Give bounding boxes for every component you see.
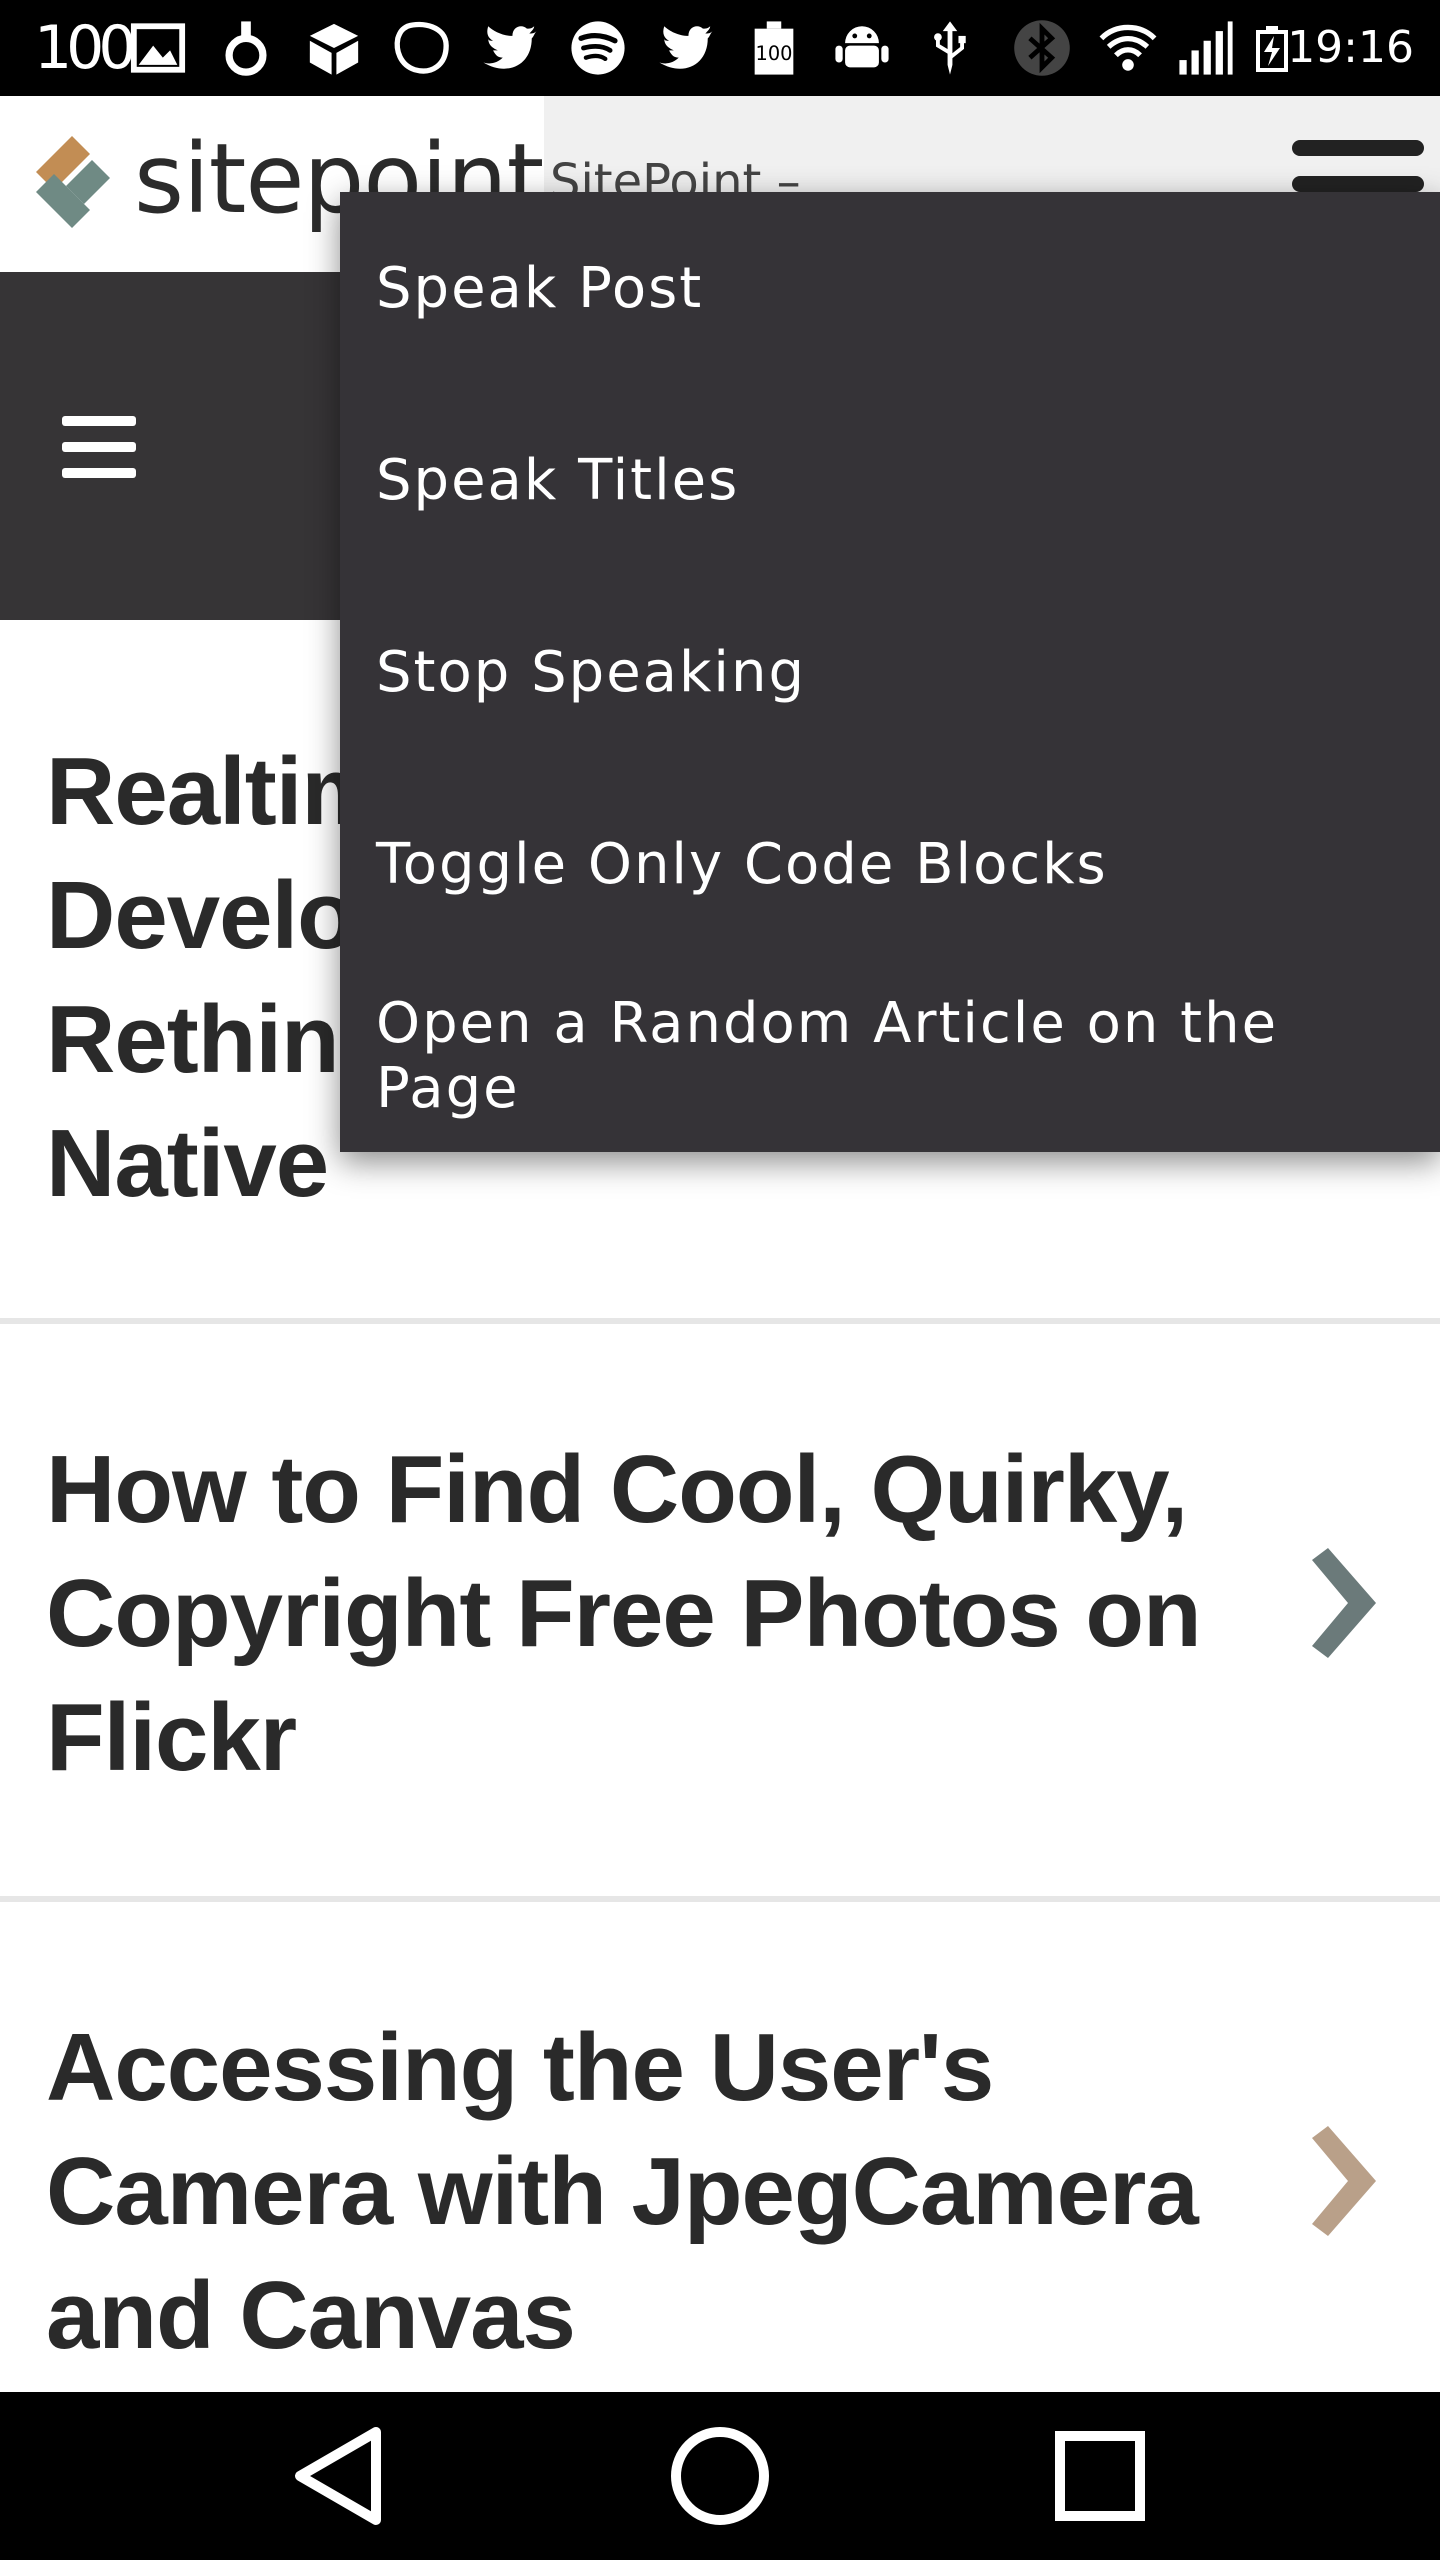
clock: 19:16 bbox=[1287, 22, 1414, 73]
spotify-icon bbox=[568, 16, 628, 80]
twitter-icon bbox=[480, 16, 540, 80]
box-icon bbox=[304, 16, 364, 80]
recents-icon[interactable] bbox=[1040, 2420, 1160, 2532]
menu-item-label: Toggle Only Code Blocks bbox=[376, 831, 1108, 897]
system-nav-bar bbox=[0, 2392, 1440, 2560]
svg-text:100: 100 bbox=[756, 42, 793, 65]
wifi-icon bbox=[1098, 16, 1158, 80]
status-bar: 100 100 19:16 bbox=[0, 0, 1440, 96]
battery-percent: 100 bbox=[34, 13, 137, 83]
menu-item-label: Open a Random Article on the Page bbox=[376, 991, 1279, 1121]
menu-item-stop-speaking[interactable]: Stop Speaking bbox=[340, 576, 1440, 768]
title-line: Accessing the User's bbox=[46, 2014, 994, 2121]
chevron-shape bbox=[1312, 2126, 1376, 2236]
menu-item-random-article[interactable]: Open a Random Article on the Page bbox=[340, 960, 1440, 1152]
bluetooth-icon bbox=[1012, 16, 1072, 80]
chevron-right-icon[interactable] bbox=[1300, 1548, 1380, 1658]
signal-icon bbox=[1176, 16, 1236, 80]
article-title[interactable]: Realtim Develo Rethin Native bbox=[46, 730, 387, 1226]
ring-icon bbox=[216, 16, 276, 80]
article-item[interactable]: Accessing the User's Camera with JpegCam… bbox=[0, 1902, 1440, 2392]
menu-item-label: Speak Post bbox=[376, 255, 704, 321]
title-line: How to Find Cool, Quirky, bbox=[46, 1436, 1188, 1543]
twitter-icon bbox=[656, 16, 716, 80]
home-icon[interactable] bbox=[660, 2420, 780, 2532]
back-icon[interactable] bbox=[280, 2420, 400, 2532]
hamburger-menu-icon[interactable] bbox=[62, 416, 136, 478]
android-icon bbox=[832, 16, 892, 80]
title-line: Flickr bbox=[46, 1684, 297, 1791]
overflow-menu: Speak Post Speak Titles Stop Speaking To… bbox=[340, 192, 1440, 1152]
chevron-right-icon[interactable] bbox=[1300, 2126, 1380, 2236]
title-line: Copyright Free Photos on bbox=[46, 1560, 1202, 1667]
article-title[interactable]: How to Find Cool, Quirky, Copyright Free… bbox=[46, 1428, 1202, 1800]
image-icon bbox=[128, 16, 188, 80]
title-line: Native bbox=[46, 1110, 329, 1217]
menu-item-speak-post[interactable]: Speak Post bbox=[340, 192, 1440, 384]
sitepoint-logo-icon[interactable] bbox=[20, 132, 120, 242]
chevron-shape bbox=[1312, 1548, 1376, 1658]
menu-item-label: Stop Speaking bbox=[376, 639, 807, 705]
menu-item-toggle-code-blocks[interactable]: Toggle Only Code Blocks bbox=[340, 768, 1440, 960]
title-line: and Canvas bbox=[46, 2262, 576, 2369]
menu-item-speak-titles[interactable]: Speak Titles bbox=[340, 384, 1440, 576]
battery-100-icon: 100 bbox=[744, 16, 804, 80]
title-line: Realtim bbox=[46, 738, 387, 845]
title-line: Develo bbox=[46, 862, 356, 969]
title-line: Rethin bbox=[46, 986, 340, 1093]
article-item[interactable]: How to Find Cool, Quirky, Copyright Free… bbox=[0, 1324, 1440, 1896]
blob-icon bbox=[392, 16, 452, 80]
article-title[interactable]: Accessing the User's Camera with JpegCam… bbox=[46, 2006, 1199, 2378]
menu-item-label: Speak Titles bbox=[376, 447, 740, 513]
usb-icon bbox=[920, 16, 980, 80]
title-line: Camera with JpegCamera bbox=[46, 2138, 1199, 2245]
